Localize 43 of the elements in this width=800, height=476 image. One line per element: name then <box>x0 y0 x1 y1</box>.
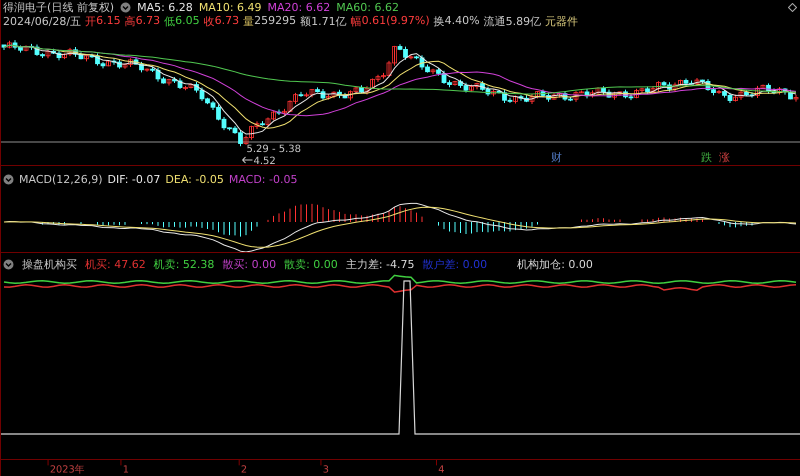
quote-field: 低6.05 <box>164 14 200 28</box>
quote-date: 2024/06/28/五 <box>3 14 82 28</box>
indicator-title: 操盘机构买 <box>22 256 77 272</box>
axis-label: 3 <box>322 464 329 476</box>
low-arrow-icon <box>242 156 253 164</box>
stock-title: 得润电子(日线 前复权) <box>3 0 114 14</box>
quote-field: 收6.73 <box>204 14 240 28</box>
macd-title: MACD(12,26,9) <box>19 172 103 186</box>
axis-label: 2 <box>240 464 248 476</box>
moving-average-value: MA60: 6.62 <box>336 0 399 14</box>
sector-label: 元器件 <box>545 14 578 28</box>
quote-field: 幅0.61(9.97%) <box>350 14 430 28</box>
indicator-value: 散买: 0.00 <box>222 256 276 272</box>
quote-field: 额1.71亿 <box>300 14 347 28</box>
price-range-label: 5.29 - 5.38 <box>246 144 301 155</box>
indicator-value: 机买: 47.62 <box>85 256 146 272</box>
quote-field: 换4.40% <box>434 14 480 28</box>
quote-field: 开6.15 <box>85 14 121 28</box>
quote-field: 量259295 <box>243 14 296 28</box>
event-marker[interactable]: 跌 <box>701 151 712 164</box>
axis-label: 2023年 <box>50 464 85 476</box>
event-marker[interactable]: 涨 <box>719 151 730 164</box>
chevron-down-icon[interactable] <box>120 2 132 12</box>
macd-value: DIF: -0.07 <box>108 172 160 186</box>
indicator-value: 机卖: 52.38 <box>154 256 214 272</box>
event-marker[interactable]: 财 <box>551 151 562 164</box>
axis-label: 1 <box>122 464 129 476</box>
indicator-value: 机构加仓: 0.00 <box>517 256 593 272</box>
low-price-label: 4.52 <box>254 156 276 165</box>
macd-value: MACD: -0.05 <box>228 172 298 186</box>
moving-average-value: MA5: 6.28 <box>137 0 193 14</box>
axis-label: 4 <box>438 464 444 476</box>
indicator-value: 散户差: 0.00 <box>422 256 488 272</box>
diamond-icon[interactable] <box>788 3 797 12</box>
macd-value: DEA: -0.05 <box>165 172 224 186</box>
moving-average-value: MA20: 6.62 <box>268 0 330 14</box>
chevron-down-icon[interactable] <box>3 258 14 270</box>
chevron-down-icon[interactable] <box>3 174 14 184</box>
indicator-value: 主力差: -4.75 <box>346 256 414 272</box>
moving-average-value: MA10: 6.49 <box>198 0 262 14</box>
quote-field: 高6.73 <box>124 14 160 28</box>
quote-field: 流通5.89亿 <box>484 14 542 28</box>
indicator-value: 散卖: 0.00 <box>284 256 338 272</box>
